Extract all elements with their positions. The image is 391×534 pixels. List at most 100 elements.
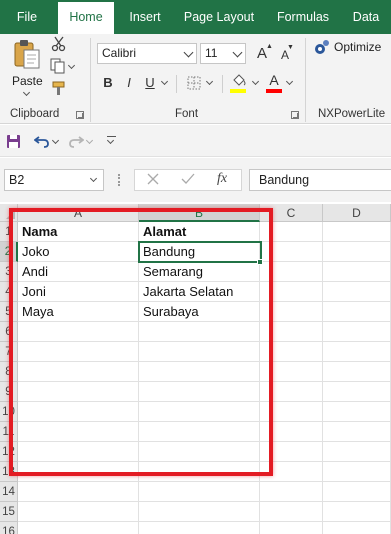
cell-d11[interactable] [323, 422, 391, 442]
tab-page-layout[interactable]: Page Layout [176, 0, 262, 34]
row-header-16[interactable]: 16 [0, 522, 18, 534]
cell-b16[interactable] [139, 522, 260, 534]
cell-d14[interactable] [323, 482, 391, 502]
cell-d9[interactable] [323, 382, 391, 402]
cell-d15[interactable] [323, 502, 391, 522]
cell-d7[interactable] [323, 342, 391, 362]
cell-d8[interactable] [323, 362, 391, 382]
redo-button[interactable] [68, 133, 94, 151]
highlight-annotation-box [9, 208, 273, 476]
optimize-button[interactable]: Optimize [314, 38, 391, 58]
save-button[interactable] [6, 134, 22, 150]
font-dialog-launcher-icon[interactable] [291, 111, 299, 119]
quick-access-toolbar [0, 125, 391, 157]
cell-a15[interactable] [18, 502, 139, 522]
borders-dropdown-icon[interactable] [205, 77, 214, 86]
chevron-down-icon [232, 47, 243, 58]
cell-d16[interactable] [323, 522, 391, 534]
format-painter-button[interactable] [50, 80, 68, 98]
font-color-icon: A [269, 72, 279, 88]
undo-dropdown-icon [51, 136, 60, 145]
clipboard-dialog-launcher-icon[interactable] [76, 111, 84, 119]
chevron-down-icon [106, 136, 115, 145]
fill-color-dropdown-icon[interactable] [251, 77, 260, 86]
underline-dropdown-icon[interactable] [160, 77, 169, 86]
shrink-font-button[interactable]: A ▼ [278, 44, 294, 65]
italic-button[interactable]: I [121, 75, 137, 90]
cell-d2[interactable] [323, 242, 391, 262]
ribbon-separator [222, 75, 223, 93]
cell-c15[interactable] [260, 502, 323, 522]
font-color-swatch [266, 89, 282, 93]
clipboard-group-label: Clipboard [10, 108, 60, 120]
cell-d10[interactable] [323, 402, 391, 422]
copy-button[interactable] [50, 58, 76, 76]
cell-c16[interactable] [260, 522, 323, 534]
paste-dropdown-icon [22, 88, 31, 97]
tab-formulas[interactable]: Formulas [268, 0, 338, 34]
cell-b14[interactable] [139, 482, 260, 502]
undo-icon [34, 136, 49, 148]
bold-button[interactable]: B [100, 75, 116, 90]
name-box[interactable]: B2 [4, 169, 104, 191]
borders-button[interactable] [186, 76, 202, 92]
cell-d6[interactable] [323, 322, 391, 342]
fill-color-button[interactable] [230, 74, 248, 94]
row-header-14[interactable]: 14 [0, 482, 18, 502]
ribbon-tab-bar: File Home Insert Page Layout Formulas Da… [0, 0, 391, 34]
formula-bar-grip-icon[interactable] [118, 174, 120, 186]
customize-qat-icon [107, 136, 116, 137]
enter-button[interactable] [181, 173, 195, 187]
font-color-button[interactable]: A [266, 72, 282, 93]
paste-icon [14, 40, 40, 69]
undo-button[interactable] [34, 133, 60, 151]
cell-d12[interactable] [323, 442, 391, 462]
worksheet-grid[interactable]: A B C D 1 2 3 4 5 6 7 8 9 10 11 12 13 14 15 16 Nama Alam… [0, 204, 391, 534]
cell-b15[interactable] [139, 502, 260, 522]
chevron-down-icon [183, 47, 194, 58]
cancel-button[interactable] [147, 173, 161, 187]
tab-insert[interactable]: Insert [118, 0, 172, 34]
scissors-icon [51, 36, 66, 52]
formula-buttons: fx [134, 169, 242, 191]
paste-label: Paste [12, 74, 43, 88]
font-name-select[interactable]: Calibri [97, 43, 197, 64]
cut-button[interactable] [50, 36, 68, 54]
cell-d5[interactable] [323, 302, 391, 322]
cell-c14[interactable] [260, 482, 323, 502]
customize-qat-button[interactable] [106, 134, 118, 148]
checkmark-icon [181, 173, 195, 184]
borders-icon [187, 76, 201, 90]
font-size-value: 11 [205, 46, 218, 60]
font-group-label: Font [175, 108, 199, 120]
cell-a16[interactable] [18, 522, 139, 534]
cell-d3[interactable] [323, 262, 391, 282]
formula-input[interactable]: Bandung [249, 169, 391, 191]
nxpowerlite-group-label: NXPowerLite [318, 108, 386, 120]
cell-a14[interactable] [18, 482, 139, 502]
copy-icon [50, 58, 65, 74]
row-header-15[interactable]: 15 [0, 502, 18, 522]
chevron-down-icon[interactable] [89, 174, 98, 183]
optimize-label: Optimize [334, 40, 382, 54]
redo-dropdown-icon [85, 136, 94, 145]
grow-font-button[interactable]: A ▲ [255, 43, 273, 63]
cell-d13[interactable] [323, 462, 391, 482]
redo-icon [69, 136, 84, 148]
insert-function-button[interactable]: fx [217, 171, 227, 187]
font-size-select[interactable]: 11 [200, 43, 246, 64]
tab-file[interactable]: File [0, 0, 54, 34]
font-color-dropdown-icon[interactable] [285, 77, 294, 86]
font-name-value: Calibri [102, 46, 137, 60]
column-header-d[interactable]: D [323, 204, 391, 222]
save-icon [7, 135, 20, 148]
tab-home[interactable]: Home [58, 2, 114, 34]
tab-data[interactable]: Data [344, 0, 388, 34]
cell-d1[interactable] [323, 222, 391, 242]
underline-button[interactable]: U [142, 75, 158, 90]
cell-d4[interactable] [323, 282, 391, 302]
caret-up-icon: ▲ [266, 43, 273, 50]
optimize-icon [315, 40, 329, 54]
paste-button[interactable]: Paste [8, 38, 46, 97]
close-icon [147, 173, 159, 185]
